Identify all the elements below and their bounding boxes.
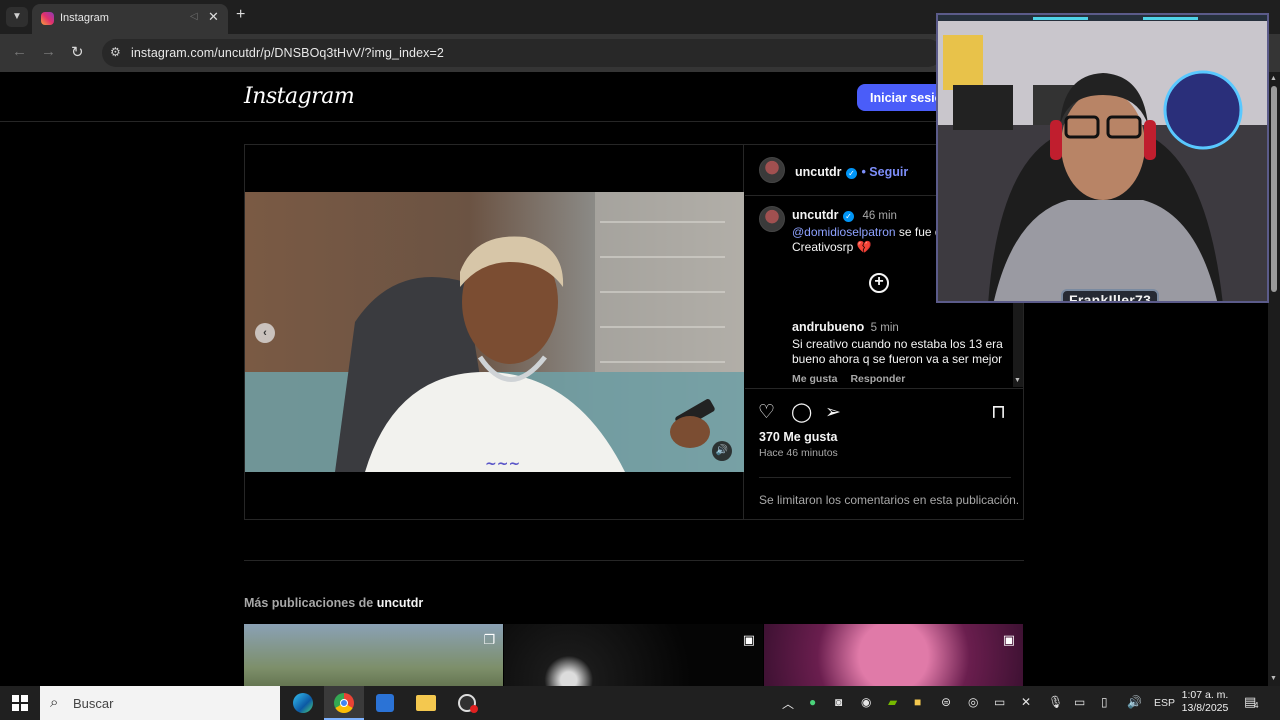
verified-badge-icon: ✓ [845, 168, 857, 179]
chrome-app-icon[interactable] [324, 686, 364, 720]
page-scrollbar[interactable]: ▲ ▼ [1268, 72, 1280, 686]
post-timestamp: Hace 46 minutos [759, 447, 838, 459]
windows-taskbar: ⌕ Buscar ︿ ● ◙ ◉ ▰ ■ ⊜ ◎ ▭ ✕ 🎙 ▭ ▯ 🔊 ESP… [0, 686, 1280, 720]
battery-icon[interactable]: ▯ [1101, 695, 1108, 709]
webcam-illustration [938, 15, 1267, 301]
windows-start-icon[interactable] [12, 695, 28, 711]
caption-time: 46 min [862, 210, 897, 222]
webcam-name-label: FrankIller73 [1061, 289, 1160, 301]
more-posts-prefix: Más publicaciones de [244, 596, 377, 610]
new-tab-button[interactable]: + [236, 6, 245, 24]
audio-toggle-icon[interactable]: 🔊 [712, 441, 732, 461]
comment-like-link[interactable]: Me gusta [792, 373, 838, 385]
webcam-overlay: FrankIller73 [936, 13, 1269, 303]
divider [759, 477, 1011, 478]
caption-mention-link[interactable]: @domidioselpatron [792, 225, 896, 239]
tray-app-icon[interactable]: ◎ [968, 695, 978, 709]
verified-badge-icon: ✓ [842, 211, 854, 222]
file-explorer-icon[interactable] [406, 686, 446, 720]
caption-username[interactable]: uncutdr [792, 208, 839, 222]
save-bookmark-icon[interactable]: ⊓ [991, 401, 1006, 424]
comment-reply-link[interactable]: Responder [850, 373, 905, 385]
obs-app-icon[interactable] [447, 686, 487, 720]
author-avatar[interactable] [759, 157, 785, 183]
share-icon[interactable]: ➢ [825, 401, 841, 424]
comment-icon[interactable]: ◯ [791, 401, 812, 424]
notification-count: 4 [1254, 701, 1259, 710]
caption-text: se fue d [895, 225, 942, 239]
comment-username[interactable]: andrubueno [792, 320, 864, 334]
edge-app-icon[interactable] [283, 686, 323, 720]
scroll-down-icon[interactable]: ▼ [1270, 675, 1277, 682]
clock-time: 1:07 a. m. [1181, 689, 1229, 701]
back-arrow-icon[interactable]: ← [12, 43, 27, 60]
address-bar[interactable]: ⚙ instagram.com/uncutdr/p/DNSBOq3tHvV/?i… [102, 39, 942, 67]
notification-center-icon[interactable]: ▤ 4 [1244, 694, 1259, 710]
section-divider [244, 560, 1024, 561]
search-icon: ⌕ [50, 694, 59, 711]
language-indicator[interactable]: ESP [1154, 697, 1175, 709]
tab-close-icon[interactable]: ✕ [208, 9, 219, 25]
author-username[interactable]: uncutdr [795, 165, 842, 179]
photo-illustration: ~~~ [245, 192, 744, 472]
discord-icon[interactable]: ◙ [835, 695, 842, 709]
tray-app-icon[interactable]: ▭ [994, 695, 1005, 709]
forward-arrow-icon[interactable]: → [41, 43, 56, 60]
steam-icon[interactable]: ◉ [861, 695, 871, 709]
clock-date: 13/8/2025 [1181, 702, 1229, 714]
tab-search-button[interactable]: ▼ [6, 7, 28, 27]
more-posts-title: Más publicaciones de uncutdr [244, 596, 423, 610]
previous-image-button[interactable]: ‹ [255, 323, 275, 343]
scrollbar-thumb[interactable] [1271, 86, 1277, 292]
store-app-icon[interactable] [365, 686, 405, 720]
like-heart-icon[interactable]: ♡ [758, 401, 775, 424]
follow-button[interactable]: • Seguir [861, 165, 908, 179]
scroll-up-icon[interactable]: ▲ [1270, 75, 1277, 82]
comment-item: andrubueno 5 min Si creativo cuando no e… [792, 318, 1006, 385]
more-posts-username[interactable]: uncutdr [377, 596, 424, 610]
show-hidden-icons-icon[interactable]: ︿ [782, 695, 794, 712]
taskbar-search-placeholder: Buscar [73, 696, 114, 711]
svg-text:~~~: ~~~ [485, 456, 520, 472]
tray-app-icon[interactable]: ⊜ [941, 695, 951, 709]
comments-limited-notice: Se limitaron los comentarios en esta pub… [759, 493, 1020, 507]
caption-avatar[interactable] [759, 206, 785, 232]
tray-app-icon[interactable]: ✕ [1021, 695, 1031, 709]
more-post-thumbnail[interactable]: ▣ [764, 624, 1023, 686]
caption-text-line2: Creativosrp [792, 240, 854, 254]
post-container: ~~~ ‹ 🔊 uncutdr ✓ • Seguir uncutdr ✓ 46 … [244, 144, 1024, 520]
tray-app-icon[interactable]: ■ [914, 695, 921, 709]
post-media: ~~~ ‹ 🔊 [245, 145, 744, 519]
broken-heart-emoji: 💔 [856, 240, 872, 254]
post-image[interactable]: ~~~ [245, 192, 744, 472]
reel-icon: ▣ [1002, 632, 1015, 647]
comment-time: 5 min [870, 322, 899, 334]
browser-tab-instagram[interactable]: Instagram ◁ ✕ [32, 4, 228, 34]
reload-icon[interactable]: ↻ [71, 43, 84, 61]
comment-text: Si creativo cuando no estaba los 13 era … [792, 337, 1003, 366]
nvidia-icon[interactable]: ▰ [888, 695, 897, 709]
url-text[interactable]: instagram.com/uncutdr/p/DNSBOq3tHvV/?img… [131, 46, 444, 60]
load-more-comments-icon[interactable]: + [869, 273, 889, 293]
instagram-logo[interactable]: Instagram [244, 84, 355, 109]
network-icon[interactable]: ▭ [1074, 695, 1085, 709]
tray-app-icon[interactable]: ● [809, 695, 816, 709]
instagram-favicon-icon [41, 12, 54, 25]
site-info-icon[interactable]: ⚙ [110, 45, 121, 59]
reel-icon: ▣ [742, 632, 755, 647]
post-actions: ♡ ◯ ➢ ⊓ 370 Me gusta Hace 46 minutos Se … [745, 388, 1024, 519]
volume-icon[interactable]: 🔊 [1127, 695, 1142, 709]
taskbar-search[interactable]: ⌕ Buscar [40, 686, 280, 720]
tab-audio-icon[interactable]: ◁ [190, 11, 198, 22]
more-post-thumbnail[interactable]: ▣ [504, 624, 763, 686]
taskbar-clock[interactable]: 1:07 a. m. 13/8/2025 [1180, 689, 1230, 715]
scroll-down-icon[interactable]: ▼ [1014, 377, 1021, 384]
microphone-icon[interactable]: 🎙 [1048, 695, 1063, 709]
tab-title: Instagram [60, 12, 109, 24]
carousel-icon: ❐ [483, 632, 495, 647]
likes-count[interactable]: 370 Me gusta [759, 430, 838, 444]
more-post-thumbnail[interactable]: ❐ [244, 624, 503, 686]
